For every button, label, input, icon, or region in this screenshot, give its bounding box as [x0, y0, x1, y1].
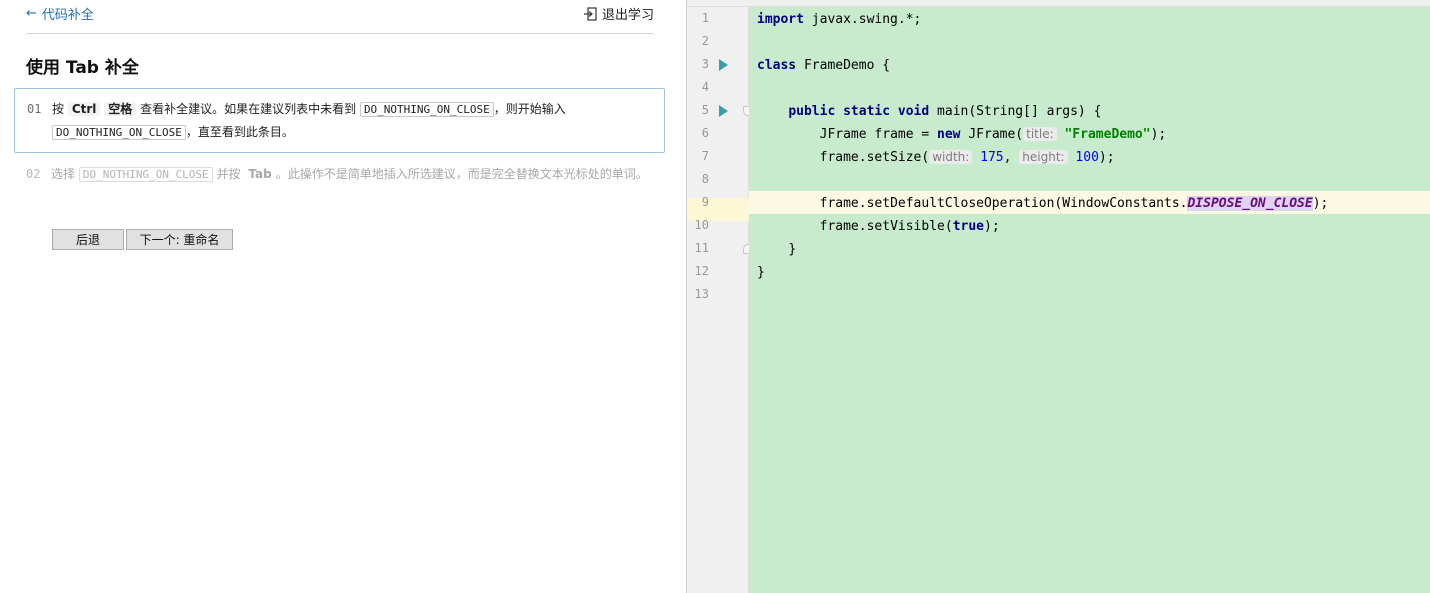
code-text: JFrame( [960, 127, 1024, 142]
line-number: 9 [701, 195, 709, 209]
constant-identifier: DISPOSE_ON_CLOSE [1187, 196, 1313, 211]
run-main-icon[interactable] [719, 105, 728, 117]
code-editor[interactable]: 1 2 3 4 5 6 7 8 9 10 11 12 13 import jav… [686, 0, 1430, 593]
code-line-current: frame.setDefaultCloseOperation(WindowCon… [757, 192, 1328, 215]
parameter-hint: width: [929, 150, 973, 164]
line-number: 12 [694, 264, 709, 278]
code-text: FrameDemo { [796, 58, 891, 73]
step-text-part: ，则开始输入 [493, 102, 566, 116]
code-text: frame.setVisible( [819, 219, 953, 234]
editor-top-strip [687, 0, 1430, 7]
line-number: 5 [701, 103, 709, 117]
code-text: } [788, 242, 797, 257]
code-text: JFrame frame = [819, 127, 938, 142]
line-number: 3 [701, 57, 709, 71]
keyword: import [757, 12, 804, 27]
code-snippet: DO_NOTHING_ON_CLOSE [359, 102, 494, 117]
code-text: , [1003, 150, 1020, 165]
step-number: 02 [26, 167, 41, 181]
code-snippet: DO_NOTHING_ON_CLOSE [52, 125, 186, 140]
code-text: javax.swing.*; [803, 12, 922, 27]
exit-icon [583, 6, 597, 21]
back-button[interactable]: 后退 [52, 229, 124, 250]
code-line: JFrame frame = new JFrame(title: "FrameD… [757, 123, 1166, 146]
line-number: 2 [701, 34, 709, 48]
code-text: ); [984, 219, 1000, 234]
line-number: 6 [701, 126, 709, 140]
step-text-part: 并按 [216, 167, 241, 181]
code-text: frame.setDefaultCloseOperation(WindowCon… [819, 196, 1188, 211]
lesson-panel: ← 代码补全 退出学习 使用 Tab 补全 01 按 Ctrl 空格 查看补全建… [0, 0, 686, 593]
step-text: 选择 DO_NOTHING_ON_CLOSE 并按 Tab 。此操作不是简单地插入… [51, 163, 651, 186]
code-line: class FrameDemo { [757, 54, 890, 77]
shortcut-key-space: 空格 [104, 102, 137, 116]
lesson-step-1: 01 按 Ctrl 空格 查看补全建议。如果在建议列表中未看到 DO_NOTHI… [14, 88, 665, 153]
back-to-lessons-link[interactable]: ← 代码补全 [26, 4, 94, 23]
parameter-hint: title: [1023, 127, 1057, 141]
keyword: public [788, 104, 836, 119]
code-text: } [757, 265, 765, 280]
code-line: frame.setSize(width: 175, height: 100); [757, 146, 1115, 169]
step-navigation: 后退 下一个: 重命名 [52, 229, 233, 250]
code-line: } [757, 238, 796, 261]
shortcut-key-tab: Tab [248, 167, 272, 181]
step-text-part: ，直至看到此条目。 [185, 125, 294, 139]
line-number: 10 [694, 218, 709, 232]
code-snippet: DO_NOTHING_ON_CLOSE [78, 167, 213, 182]
exit-label: 退出学习 [601, 8, 654, 23]
back-link-label: 代码补全 [41, 8, 94, 23]
step-text-part: 按 [52, 102, 65, 116]
run-class-icon[interactable] [719, 59, 728, 71]
keyword: true [952, 219, 984, 234]
keyword: class [757, 58, 797, 73]
keyword: void [897, 104, 930, 119]
line-number: 11 [694, 241, 709, 255]
code-line: } [757, 261, 765, 284]
step-text: 按 Ctrl 空格 查看补全建议。如果在建议列表中未看到 DO_NOTHING_… [52, 98, 642, 144]
code-text: frame.setSize( [819, 150, 930, 165]
code-text: ); [1098, 150, 1115, 165]
step-text-part: 。此操作不是简单地插入所选建议，而是完全替换文本光标处的单词。 [275, 167, 648, 181]
number-literal: 175 [980, 150, 1004, 165]
step-number: 01 [27, 102, 42, 116]
line-number: 1 [701, 11, 709, 25]
code-line: public static void main(String[] args) { [757, 100, 1101, 123]
editor-gutter[interactable]: 1 2 3 4 5 6 7 8 9 10 11 12 13 [687, 7, 753, 593]
string-literal: "FrameDemo" [1064, 127, 1151, 142]
line-number: 4 [701, 80, 709, 94]
line-number: 7 [701, 149, 709, 163]
keyword: new [937, 127, 961, 142]
code-line: import javax.swing.*; [757, 8, 921, 31]
step-text-part: 选择 [51, 167, 76, 181]
lesson-step-2: 02 选择 DO_NOTHING_ON_CLOSE 并按 Tab 。此操作不是简单… [14, 163, 665, 211]
code-text-area[interactable] [749, 7, 1430, 593]
keyword: static [843, 104, 891, 119]
lesson-title: 使用 Tab 补全 [26, 58, 139, 78]
next-lesson-button[interactable]: 下一个: 重命名 [126, 229, 233, 250]
code-text: ); [1312, 196, 1329, 211]
code-line: frame.setVisible(true); [757, 215, 1000, 238]
shortcut-key-ctrl: Ctrl [67, 102, 101, 116]
arrow-left-icon: ← [26, 6, 37, 21]
line-number: 8 [701, 172, 709, 186]
code-text: ); [1150, 127, 1167, 142]
exit-learning-button[interactable]: 退出学习 [583, 4, 654, 23]
line-number: 13 [694, 287, 709, 301]
parameter-hint: height: [1019, 150, 1068, 164]
lesson-topbar: ← 代码补全 退出学习 [26, 0, 654, 34]
number-literal: 100 [1075, 150, 1099, 165]
step-text-part: 查看补全建议。如果在建议列表中未看到 [140, 102, 357, 116]
code-text: main(String[] args) { [929, 104, 1102, 119]
